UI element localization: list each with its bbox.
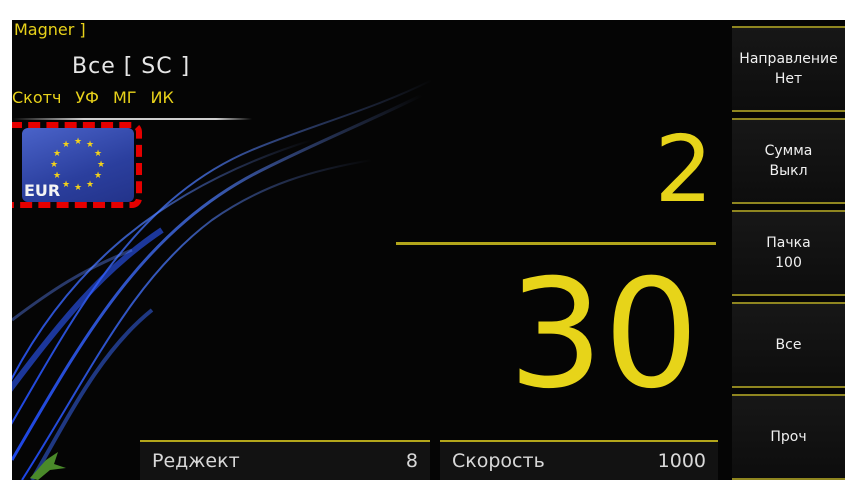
reject-label: Реджект — [152, 450, 240, 472]
menu-batch-button[interactable]: Пачка 100 — [732, 210, 845, 296]
menu-other-label: Проч — [770, 428, 807, 445]
sensor-uv: УФ — [75, 88, 99, 107]
count-value: 2 — [654, 116, 713, 223]
sensor-tape: Скотч — [12, 88, 62, 107]
menu-other-button[interactable]: Проч — [732, 394, 845, 480]
menu-all-label: Все — [775, 336, 802, 353]
side-menu: Направление Нет Сумма Выкл Пачка 100 Все… — [732, 20, 845, 480]
menu-direction-value: Нет — [774, 71, 803, 87]
menu-batch-label: Пачка — [766, 234, 811, 251]
mode-label: Все [ SC ] — [72, 54, 191, 79]
currency-highlight-frame — [12, 122, 142, 208]
menu-batch-value: 100 — [775, 255, 802, 271]
speed-label: Скорость — [452, 450, 545, 472]
menu-sum-label: Сумма — [764, 142, 813, 159]
sensor-ir: ИК — [150, 88, 174, 107]
speed-panel: Скорость 1000 — [440, 440, 718, 480]
reject-panel: Реджект 8 — [140, 440, 430, 480]
speed-value: 1000 — [657, 450, 706, 472]
total-value: 30 — [508, 248, 699, 422]
counter-divider — [396, 242, 716, 245]
menu-direction-label: Направление — [739, 50, 838, 67]
reject-value: 8 — [405, 450, 418, 472]
menu-direction-button[interactable]: Направление Нет — [732, 26, 845, 112]
sensor-list: Скотч УФ МГ ИК — [12, 88, 174, 107]
sensor-mg: МГ — [112, 88, 137, 107]
menu-all-button[interactable]: Все — [732, 302, 845, 388]
currency-selector[interactable]: ★ ★ ★ ★ ★ ★ ★ ★ ★ ★ ★ ★ EUR — [12, 120, 148, 210]
menu-sum-value: Выкл — [769, 163, 808, 179]
menu-sum-button[interactable]: Сумма Выкл — [732, 118, 845, 204]
brand-label: Magner ] — [14, 20, 86, 39]
device-screen: Magner ] Все [ SC ] Скотч УФ МГ ИК ★ ★ ★… — [12, 20, 845, 480]
plane-icon — [30, 452, 66, 480]
